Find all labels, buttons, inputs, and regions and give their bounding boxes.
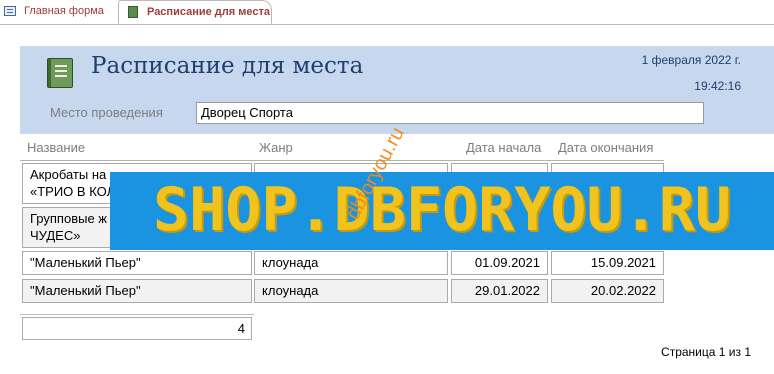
total-divider <box>20 314 254 315</box>
column-header-genre: Жанр <box>259 140 293 155</box>
table-row-3-end: 15.09.2021 <box>551 251 664 275</box>
table-row-4-start: 29.01.2022 <box>451 279 548 303</box>
report-icon <box>128 6 138 18</box>
watermark-banner: SHOP.DBFORYOU.RU <box>110 172 774 250</box>
table-row-4-genre: клоунада <box>254 279 448 303</box>
tab-schedule-report[interactable]: Расписание для места <box>118 0 272 24</box>
form-icon <box>4 6 16 16</box>
column-header-start: Дата начала <box>466 140 542 155</box>
report-title: Расписание для места <box>91 53 364 79</box>
report-date: 1 февраля 2022 г. <box>641 53 741 67</box>
venue-field: Дворец Спорта <box>196 102 704 124</box>
table-row-3-genre: клоунада <box>254 251 448 275</box>
tab-schedule-report-label: Расписание для места <box>147 6 270 18</box>
header-divider <box>20 160 664 161</box>
table-row-3-name: "Маленький Пьер" <box>22 251 252 275</box>
document-tab-bar: Главная форма Расписание для места <box>0 0 774 25</box>
watermark-banner-text: SHOP.DBFORYOU.RU <box>153 175 731 245</box>
venue-label: Место проведения <box>50 105 163 120</box>
table-row-4-end: 20.02.2022 <box>551 279 664 303</box>
table-row-3-start: 01.09.2021 <box>451 251 548 275</box>
column-header-name: Название <box>27 140 86 155</box>
total-count: 4 <box>22 317 252 340</box>
table-row-4-name: "Маленький Пьер" <box>22 279 252 303</box>
page-number: Страница 1 из 1 <box>661 345 751 359</box>
tab-main-form-label: Главная форма <box>24 5 104 17</box>
report-time: 19:42:16 <box>694 79 741 93</box>
report-header: Расписание для места 1 февраля 2022 г. 1… <box>20 46 774 134</box>
report-book-icon <box>47 58 73 88</box>
column-header-end: Дата окончания <box>558 140 654 155</box>
tab-main-form[interactable]: Главная форма <box>0 0 116 23</box>
